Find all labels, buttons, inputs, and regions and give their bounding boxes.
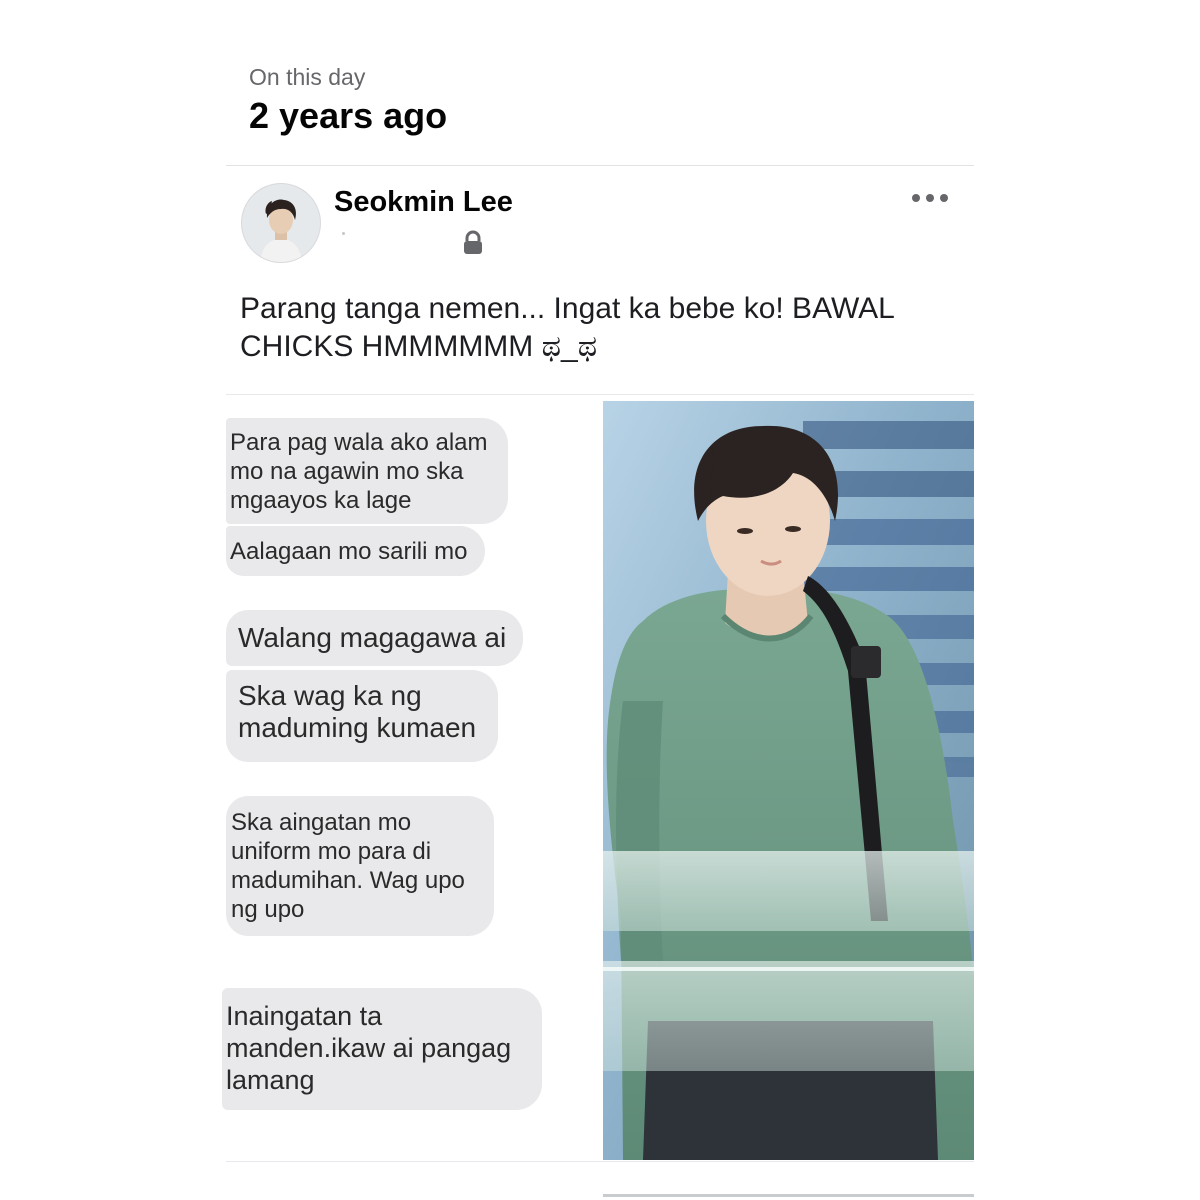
chat-screenshot[interactable]: Para pag wala ako alam mo na agawin mo s…	[0, 396, 600, 1158]
memories-header: On this day 2 years ago	[249, 62, 447, 138]
chat-bubble: Aalagaan mo sarili mo	[226, 526, 485, 576]
lock-icon[interactable]	[462, 230, 484, 256]
chat-bubble: Ska wag ka ng maduming kumaen	[226, 670, 498, 762]
divider	[226, 394, 974, 395]
meta-separator	[342, 232, 345, 235]
dot-icon	[912, 194, 920, 202]
author-name[interactable]: Seokmin Lee	[334, 186, 513, 219]
more-options-icon[interactable]	[912, 186, 948, 210]
chat-bubble: Inaingatan ta manden.ikaw ai pangag lama…	[222, 988, 542, 1110]
divider	[226, 1161, 974, 1162]
dot-icon	[940, 194, 948, 202]
chat-bubble: Walang magagawa ai	[226, 610, 523, 666]
person-photo	[603, 401, 974, 1160]
divider	[226, 165, 974, 166]
memories-title: 2 years ago	[249, 95, 448, 136]
author-avatar[interactable]	[241, 183, 321, 263]
memories-subtitle: On this day	[249, 64, 366, 90]
next-post-edge	[603, 1194, 974, 1197]
dot-icon	[926, 194, 934, 202]
post-photo[interactable]	[603, 401, 974, 1160]
memory-post-page: On this day 2 years ago Seokmin Lee Para…	[0, 0, 1200, 1200]
post-caption: Parang tanga nemen... Ingat ka bebe ko! …	[240, 292, 894, 363]
chat-bubble: Ska aingatan mo uniform mo para di madum…	[226, 796, 494, 936]
post-meta	[340, 230, 500, 256]
avatar-image	[242, 184, 320, 262]
chat-bubble: Para pag wala ako alam mo na agawin mo s…	[226, 418, 508, 524]
